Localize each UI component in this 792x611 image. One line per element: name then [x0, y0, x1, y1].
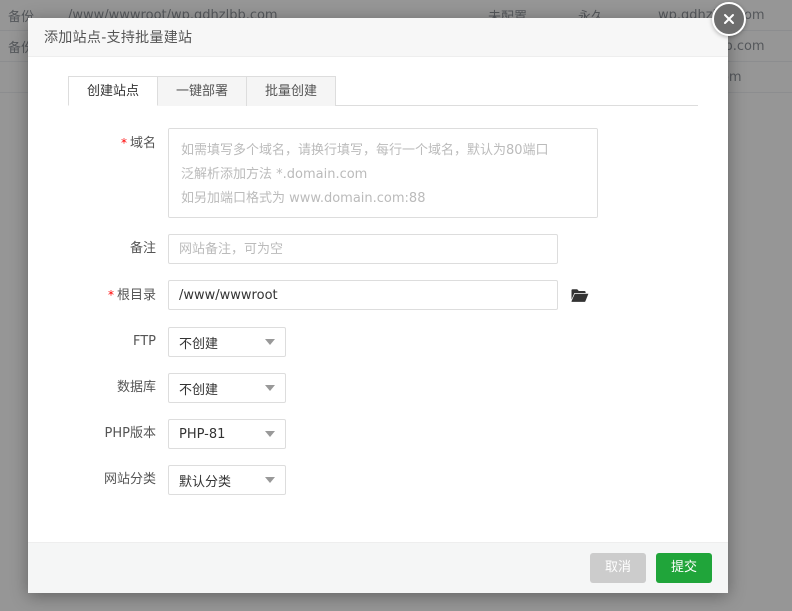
submit-button[interactable]: 提交 [656, 553, 712, 583]
root-dir-field-wrap [168, 280, 698, 310]
domain-input[interactable] [168, 128, 598, 218]
root-dir-label: * 根目录 [28, 280, 168, 311]
tab-bar: 创建站点 一键部署 批量创建 [68, 75, 698, 106]
chevron-down-icon [265, 431, 275, 437]
tab-create-site[interactable]: 创建站点 [68, 76, 159, 106]
php-version-select[interactable]: PHP-81 [168, 419, 286, 449]
database-label: 数据库 [116, 380, 156, 395]
cancel-button[interactable]: 取消 [590, 553, 646, 583]
dialog-body: 创建站点 一键部署 批量创建 *域名 备注 [28, 57, 728, 542]
database-select-value: 不创建 [179, 382, 219, 398]
required-marker: * [107, 288, 114, 302]
ftp-label: FTP [132, 334, 156, 349]
ftp-select[interactable]: 不创建 [168, 327, 286, 357]
form-row-ftp: FTP 不创建 [28, 327, 698, 357]
domain-field-wrap [168, 128, 698, 218]
chevron-down-icon [265, 477, 275, 483]
dialog-header: 添加站点-支持批量建站 [28, 2, 746, 57]
chevron-down-icon [265, 385, 275, 391]
php-version-label: PHP版本 [104, 426, 156, 441]
site-category-select-value: 默认分类 [179, 474, 232, 490]
form-row-root-dir: * 根目录 [28, 280, 698, 311]
remark-label: 备注 [129, 241, 156, 256]
form-row-site-category: 网站分类 默认分类 [28, 465, 698, 495]
root-dir-input[interactable] [168, 280, 558, 310]
chevron-down-icon [265, 339, 275, 345]
remark-input[interactable] [168, 234, 558, 264]
form-row-domain: * 域名 [28, 128, 698, 218]
site-category-label: 网站分类 [103, 472, 156, 487]
tab-one-click-deploy[interactable]: 一键部署 [158, 76, 248, 106]
close-icon[interactable] [712, 2, 746, 36]
domain-label: * 域名 [28, 128, 168, 159]
required-marker: * [120, 136, 127, 150]
ftp-field-wrap: 不创建 [168, 327, 698, 357]
site-category-select[interactable]: 默认分类 [168, 465, 286, 495]
form-row-remark: 备注 [28, 234, 698, 264]
database-field-wrap: 不创建 [168, 373, 698, 403]
site-category-field-wrap: 默认分类 [168, 465, 698, 495]
page-title: 添加站点-支持批量建站 [44, 30, 193, 46]
tab-batch-create[interactable]: 批量创建 [247, 76, 337, 106]
form-row-php-version: PHP版本 PHP-81 [28, 419, 698, 449]
form-row-database: 数据库 不创建 [28, 373, 698, 403]
domain-label-text: 域名 [129, 136, 156, 151]
database-select[interactable]: 不创建 [168, 373, 286, 403]
ftp-select-value: 不创建 [179, 336, 219, 352]
root-dir-label-text: 根目录 [116, 288, 156, 303]
dialog-footer: 取消 提交 [28, 542, 728, 593]
add-site-dialog: 添加站点-支持批量建站 创建站点 一键部署 批量创建 * 域名 如需填写多个域名… [28, 2, 746, 593]
create-site-form: *域名 备注 *根目录 [28, 106, 728, 495]
remark-field-wrap [168, 234, 698, 264]
php-version-field-wrap: PHP-81 [168, 419, 698, 449]
folder-icon[interactable] [568, 280, 592, 310]
php-version-select-value: PHP-81 [179, 426, 226, 442]
